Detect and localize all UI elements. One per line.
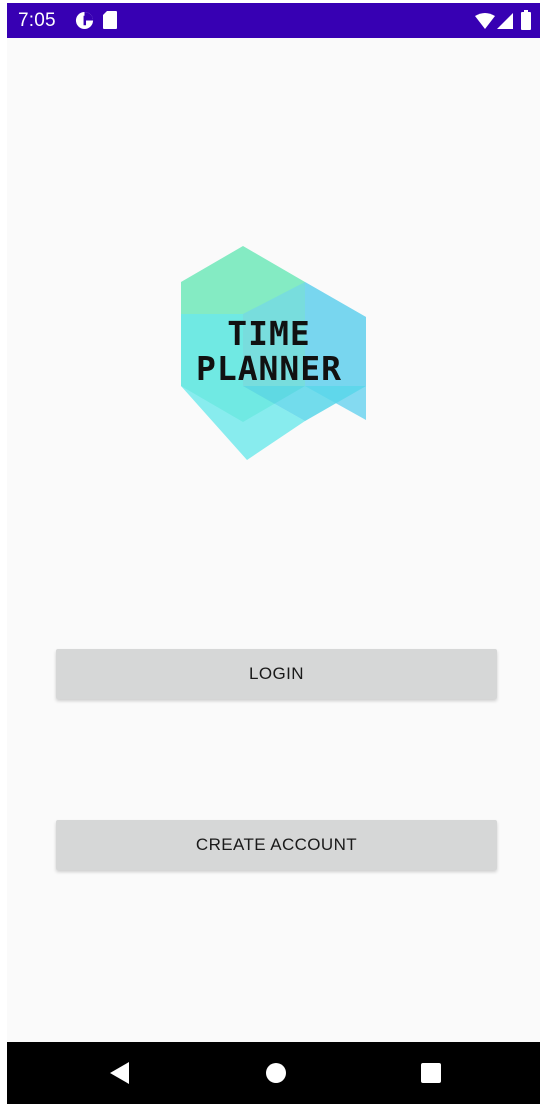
- status-time: 7:05: [18, 10, 56, 31]
- home-button[interactable]: [236, 1042, 316, 1104]
- data-saver-icon: [75, 11, 94, 30]
- app-screen: 7:05 TIME PLANNER LOGIN CREATE ACCOUNT: [7, 3, 540, 1104]
- logo-title-line2: PLANNER: [195, 349, 343, 388]
- battery-icon: [521, 10, 531, 30]
- create-account-button[interactable]: CREATE ACCOUNT: [56, 820, 497, 870]
- sd-card-icon: [103, 11, 117, 29]
- home-icon: [266, 1063, 286, 1083]
- back-button[interactable]: [80, 1042, 160, 1104]
- app-logo: TIME PLANNER: [164, 244, 374, 462]
- login-button[interactable]: LOGIN: [56, 649, 497, 699]
- logo-title-line1: TIME: [227, 314, 311, 353]
- navigation-bar: [7, 1042, 540, 1104]
- wifi-icon: [475, 13, 495, 29]
- cell-signal-icon: [497, 13, 513, 29]
- back-icon: [110, 1062, 129, 1084]
- recents-icon: [421, 1063, 441, 1083]
- recents-button[interactable]: [391, 1042, 471, 1104]
- status-bar: 7:05: [7, 3, 540, 38]
